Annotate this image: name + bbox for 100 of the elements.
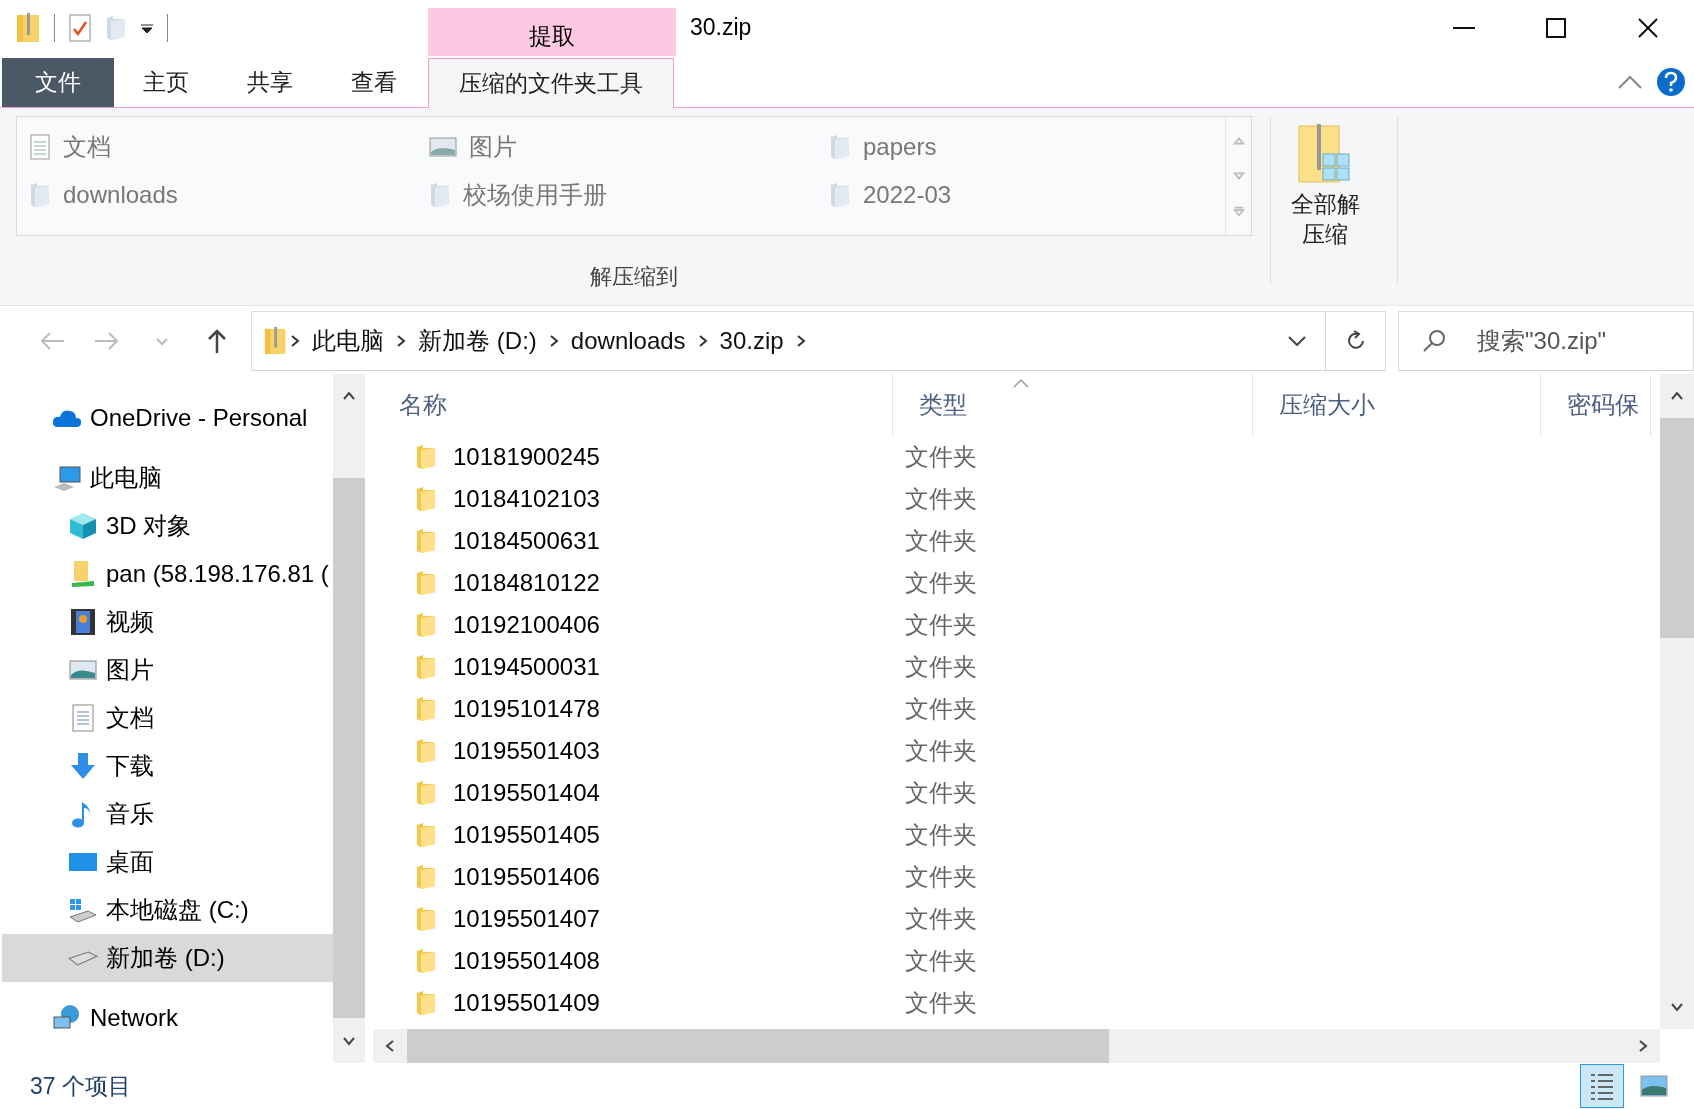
scroll-down-icon bbox=[1232, 170, 1245, 182]
nav-item[interactable]: 3D 对象 bbox=[2, 502, 333, 550]
drive-icon bbox=[68, 950, 98, 966]
window-title: 30.zip bbox=[689, 13, 753, 42]
ribbon-tab[interactable]: 共享 bbox=[218, 58, 322, 107]
column-header[interactable]: 名称 bbox=[373, 374, 893, 436]
destination-item[interactable]: downloads bbox=[29, 171, 429, 219]
nav-item[interactable]: OneDrive - Personal bbox=[2, 394, 333, 442]
file-name[interactable]: 10195501406 bbox=[373, 863, 893, 891]
document-icon bbox=[29, 134, 51, 160]
destination-item[interactable]: papers bbox=[829, 123, 1225, 171]
folder-icon bbox=[829, 134, 851, 160]
nav-item[interactable]: Network bbox=[2, 994, 333, 1042]
folder-icon bbox=[415, 486, 437, 512]
scrollbar[interactable] bbox=[333, 374, 365, 1063]
help-icon[interactable] bbox=[1656, 66, 1686, 97]
column-header[interactable]: 密码保 bbox=[1541, 374, 1651, 436]
file-type: 文件夹 bbox=[904, 862, 978, 892]
chevron-icon bbox=[548, 333, 559, 348]
details-view-button[interactable] bbox=[1580, 1064, 1624, 1108]
column-header[interactable]: 压缩大小 bbox=[1253, 374, 1541, 436]
file-type: 文件夹 bbox=[904, 694, 978, 724]
file-type: 文件夹 bbox=[904, 442, 978, 472]
breadcrumb[interactable]: 此电脑 bbox=[304, 324, 393, 357]
search-field[interactable]: 搜索"30.zip" bbox=[1398, 310, 1694, 371]
dropdown-icon[interactable] bbox=[141, 23, 153, 33]
scrollbar-thumb[interactable] bbox=[333, 478, 365, 1018]
folder-icon bbox=[415, 906, 437, 932]
file-type: 文件夹 bbox=[904, 736, 978, 766]
file-type: 文件夹 bbox=[904, 610, 978, 640]
ribbon-tab[interactable]: 主页 bbox=[114, 58, 218, 107]
film-icon bbox=[68, 607, 98, 637]
nav-item[interactable]: 此电脑 bbox=[2, 454, 333, 502]
nav-item[interactable]: pan (58.198.176.81 ( bbox=[2, 550, 333, 598]
zip-folder-icon bbox=[263, 326, 287, 355]
breadcrumb[interactable]: 新加卷 (D:) bbox=[410, 324, 545, 357]
breadcrumb[interactable]: downloads bbox=[562, 326, 694, 355]
file-name[interactable]: 10195501404 bbox=[373, 779, 893, 807]
scrollbar[interactable] bbox=[1660, 374, 1694, 1029]
column-header[interactable]: 类型 bbox=[893, 374, 1253, 436]
extract-all-button[interactable]: 全部解压缩 bbox=[1271, 116, 1379, 250]
scrollbar-thumb[interactable] bbox=[1660, 418, 1694, 638]
up-arrow-icon bbox=[207, 327, 228, 354]
file-type: 文件夹 bbox=[904, 820, 978, 850]
file-name[interactable]: 10195101478 bbox=[373, 695, 893, 723]
file-name[interactable]: 10195501403 bbox=[373, 737, 893, 765]
folder-icon bbox=[415, 822, 437, 848]
folder-icon bbox=[415, 990, 437, 1016]
breadcrumb[interactable]: 30.zip bbox=[711, 326, 792, 355]
collapse-ribbon-icon[interactable] bbox=[1618, 74, 1642, 89]
horizontal-scrollbar[interactable] bbox=[373, 1029, 1660, 1063]
destination-item[interactable]: 校场使用手册 bbox=[429, 171, 829, 219]
file-name[interactable]: 10192100406 bbox=[373, 611, 893, 639]
ribbon-tab[interactable]: 文件 bbox=[2, 58, 114, 107]
ribbon-tab[interactable]: 压缩的文件夹工具 bbox=[428, 58, 674, 108]
file-name[interactable]: 10195501408 bbox=[373, 947, 893, 975]
file-name[interactable]: 10195501407 bbox=[373, 905, 893, 933]
folder-icon bbox=[415, 528, 437, 554]
destination-item[interactable]: 文档 bbox=[29, 123, 429, 171]
file-name[interactable]: 10181900245 bbox=[373, 443, 893, 471]
file-type: 文件夹 bbox=[904, 568, 978, 598]
file-name[interactable]: 10184810122 bbox=[373, 569, 893, 597]
properties-icon[interactable] bbox=[69, 14, 91, 42]
landscape-thumbnail-icon bbox=[1640, 1075, 1668, 1097]
nav-item[interactable]: 下载 bbox=[2, 742, 333, 790]
file-type: 文件夹 bbox=[904, 526, 978, 556]
chevron-icon bbox=[396, 333, 407, 348]
nav-item[interactable]: 文档 bbox=[2, 694, 333, 742]
destination-item[interactable]: 2022-03 bbox=[829, 171, 1225, 219]
ribbon-tab[interactable]: 查看 bbox=[322, 58, 426, 107]
folder-icon bbox=[415, 948, 437, 974]
file-type: 文件夹 bbox=[904, 484, 978, 514]
folder-icon bbox=[415, 612, 437, 638]
scrollbar-thumb[interactable] bbox=[407, 1029, 1109, 1063]
folder-icon bbox=[415, 654, 437, 680]
file-name[interactable]: 10195501409 bbox=[373, 989, 893, 1017]
file-name[interactable]: 10184500631 bbox=[373, 527, 893, 555]
address-bar[interactable]: 此电脑 新加卷 (D:) downloads 30.zip bbox=[250, 310, 1386, 371]
file-type: 文件夹 bbox=[904, 904, 978, 934]
file-name[interactable]: 10194500031 bbox=[373, 653, 893, 681]
folder-icon bbox=[415, 444, 437, 470]
chevron-icon bbox=[795, 333, 806, 348]
file-name[interactable]: 10195501405 bbox=[373, 821, 893, 849]
destination-item[interactable]: 图片 bbox=[429, 123, 829, 171]
download-arrow-icon bbox=[68, 751, 98, 781]
nav-item[interactable]: 视频 bbox=[2, 598, 333, 646]
context-tab-group: 提取 bbox=[428, 8, 676, 56]
chevron-icon bbox=[697, 333, 708, 348]
nav-item[interactable]: 图片 bbox=[2, 646, 333, 694]
forward-arrow-icon bbox=[93, 330, 120, 351]
file-type: 文件夹 bbox=[904, 988, 978, 1018]
nav-item[interactable]: 本地磁盘 (C:) bbox=[2, 886, 333, 934]
nav-item[interactable]: 新加卷 (D:) bbox=[2, 934, 333, 982]
file-name[interactable]: 10184102103 bbox=[373, 485, 893, 513]
nav-item[interactable]: 音乐 bbox=[2, 790, 333, 838]
picture-icon bbox=[429, 136, 457, 158]
cube-icon bbox=[68, 511, 98, 541]
nav-item[interactable]: 桌面 bbox=[2, 838, 333, 886]
more-icon bbox=[1232, 205, 1245, 218]
chevron-icon bbox=[290, 333, 301, 348]
